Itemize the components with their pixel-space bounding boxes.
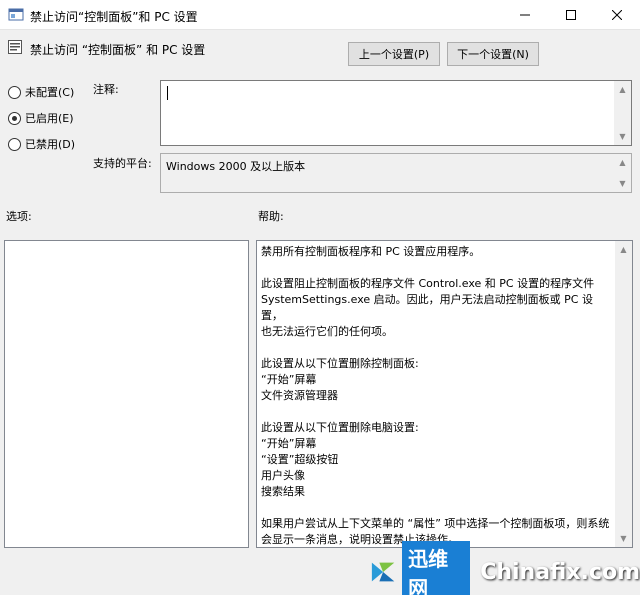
help-line: 如果用户尝试从上下文菜单的 “属性” 项中选择一个控制面板项，则系统 bbox=[261, 517, 610, 530]
title-bar: 禁止访问“控制面板”和 PC 设置 bbox=[0, 0, 640, 30]
radio-label: 已禁用(D) bbox=[25, 138, 76, 151]
help-line: 此设置从以下位置删除电脑设置: bbox=[261, 421, 419, 434]
scroll-down-icon[interactable]: ▼ bbox=[614, 128, 631, 145]
minimize-button[interactable] bbox=[502, 0, 548, 30]
radio-circle[interactable] bbox=[8, 85, 21, 99]
watermark-en: Chinafix.com bbox=[480, 559, 640, 585]
radio-label: 已启用(E) bbox=[25, 112, 74, 125]
window-title: 禁止访问“控制面板”和 PC 设置 bbox=[30, 10, 198, 24]
next-setting-button[interactable]: 下一个设置(N) bbox=[447, 42, 539, 66]
help-line: “开始”屏幕 bbox=[261, 437, 317, 450]
help-line: SystemSettings.exe 启动。因此，用户无法启动控制面板或 PC … bbox=[261, 293, 593, 322]
help-line: 搜索结果 bbox=[261, 485, 305, 498]
help-line: “开始”屏幕 bbox=[261, 373, 317, 386]
minimize-icon bbox=[520, 14, 530, 16]
help-line: 禁用所有控制面板程序和 PC 设置应用程序。 bbox=[261, 245, 481, 258]
help-scrollbar[interactable]: ▲ ▼ bbox=[615, 241, 632, 547]
policy-setting-icon bbox=[8, 40, 22, 54]
help-line: 文件资源管理器 bbox=[261, 389, 338, 402]
help-line: 用户头像 bbox=[261, 469, 305, 482]
watermark-cn: 迅维网 bbox=[402, 541, 471, 595]
close-icon bbox=[612, 10, 622, 20]
radio-disabled[interactable]: 已禁用(D) bbox=[8, 136, 75, 152]
help-paragraph: 此设置从以下位置删除控制面板: “开始”屏幕 文件资源管理器 bbox=[261, 356, 612, 404]
platform-scrollbar[interactable]: ▲ ▼ bbox=[614, 154, 631, 192]
options-label: 选项: bbox=[6, 210, 32, 223]
radio-not-configured[interactable]: 未配置(C) bbox=[8, 84, 74, 100]
platform-label: 支持的平台: bbox=[93, 157, 152, 170]
platform-field: Windows 2000 及以上版本 ▲ ▼ bbox=[160, 153, 632, 193]
text-caret bbox=[167, 86, 168, 100]
help-line: “设置”超级按钮 bbox=[261, 453, 339, 466]
scroll-down-icon[interactable]: ▼ bbox=[615, 530, 632, 547]
previous-setting-button[interactable]: 上一个设置(P) bbox=[348, 42, 440, 66]
scroll-down-icon[interactable]: ▼ bbox=[614, 175, 631, 192]
help-paragraph: 此设置阻止控制面板的程序文件 Control.exe 和 PC 设置的程序文件 … bbox=[261, 276, 612, 340]
close-button[interactable] bbox=[594, 0, 640, 30]
maximize-button[interactable] bbox=[548, 0, 594, 30]
scroll-up-icon[interactable]: ▲ bbox=[614, 81, 631, 98]
help-line: 此设置从以下位置删除控制面板: bbox=[261, 357, 419, 370]
help-paragraph: 禁用所有控制面板程序和 PC 设置应用程序。 bbox=[261, 244, 612, 260]
radio-enabled[interactable]: 已启用(E) bbox=[8, 110, 74, 126]
scroll-up-icon[interactable]: ▲ bbox=[615, 241, 632, 258]
watermark: 迅维网 Chinafix.com bbox=[370, 541, 640, 595]
options-panel bbox=[4, 240, 249, 548]
help-panel: 禁用所有控制面板程序和 PC 设置应用程序。 此设置阻止控制面板的程序文件 Co… bbox=[256, 240, 633, 548]
policy-name: 禁止访问 “控制面板” 和 PC 设置 bbox=[30, 43, 206, 57]
radio-circle-selected[interactable] bbox=[8, 111, 21, 125]
radio-label: 未配置(C) bbox=[25, 86, 75, 99]
comment-input[interactable]: ▲ ▼ bbox=[160, 80, 632, 146]
maximize-icon bbox=[566, 10, 576, 20]
help-line: 也无法运行它们的任何项。 bbox=[261, 325, 393, 338]
help-paragraph: 此设置从以下位置删除电脑设置: “开始”屏幕 “设置”超级按钮 用户头像 搜索结… bbox=[261, 420, 612, 500]
policy-window-icon bbox=[8, 8, 24, 21]
help-text: 禁用所有控制面板程序和 PC 设置应用程序。 此设置阻止控制面板的程序文件 Co… bbox=[261, 244, 612, 564]
help-label: 帮助: bbox=[258, 210, 284, 223]
help-line: 此设置阻止控制面板的程序文件 Control.exe 和 PC 设置的程序文件 bbox=[261, 277, 595, 290]
chinafix-logo-icon bbox=[371, 562, 395, 582]
comment-scrollbar[interactable]: ▲ ▼ bbox=[614, 81, 631, 145]
comment-label: 注释: bbox=[93, 83, 119, 96]
scroll-up-icon[interactable]: ▲ bbox=[614, 154, 631, 171]
platform-value: Windows 2000 及以上版本 bbox=[166, 160, 306, 173]
radio-circle[interactable] bbox=[8, 137, 21, 151]
